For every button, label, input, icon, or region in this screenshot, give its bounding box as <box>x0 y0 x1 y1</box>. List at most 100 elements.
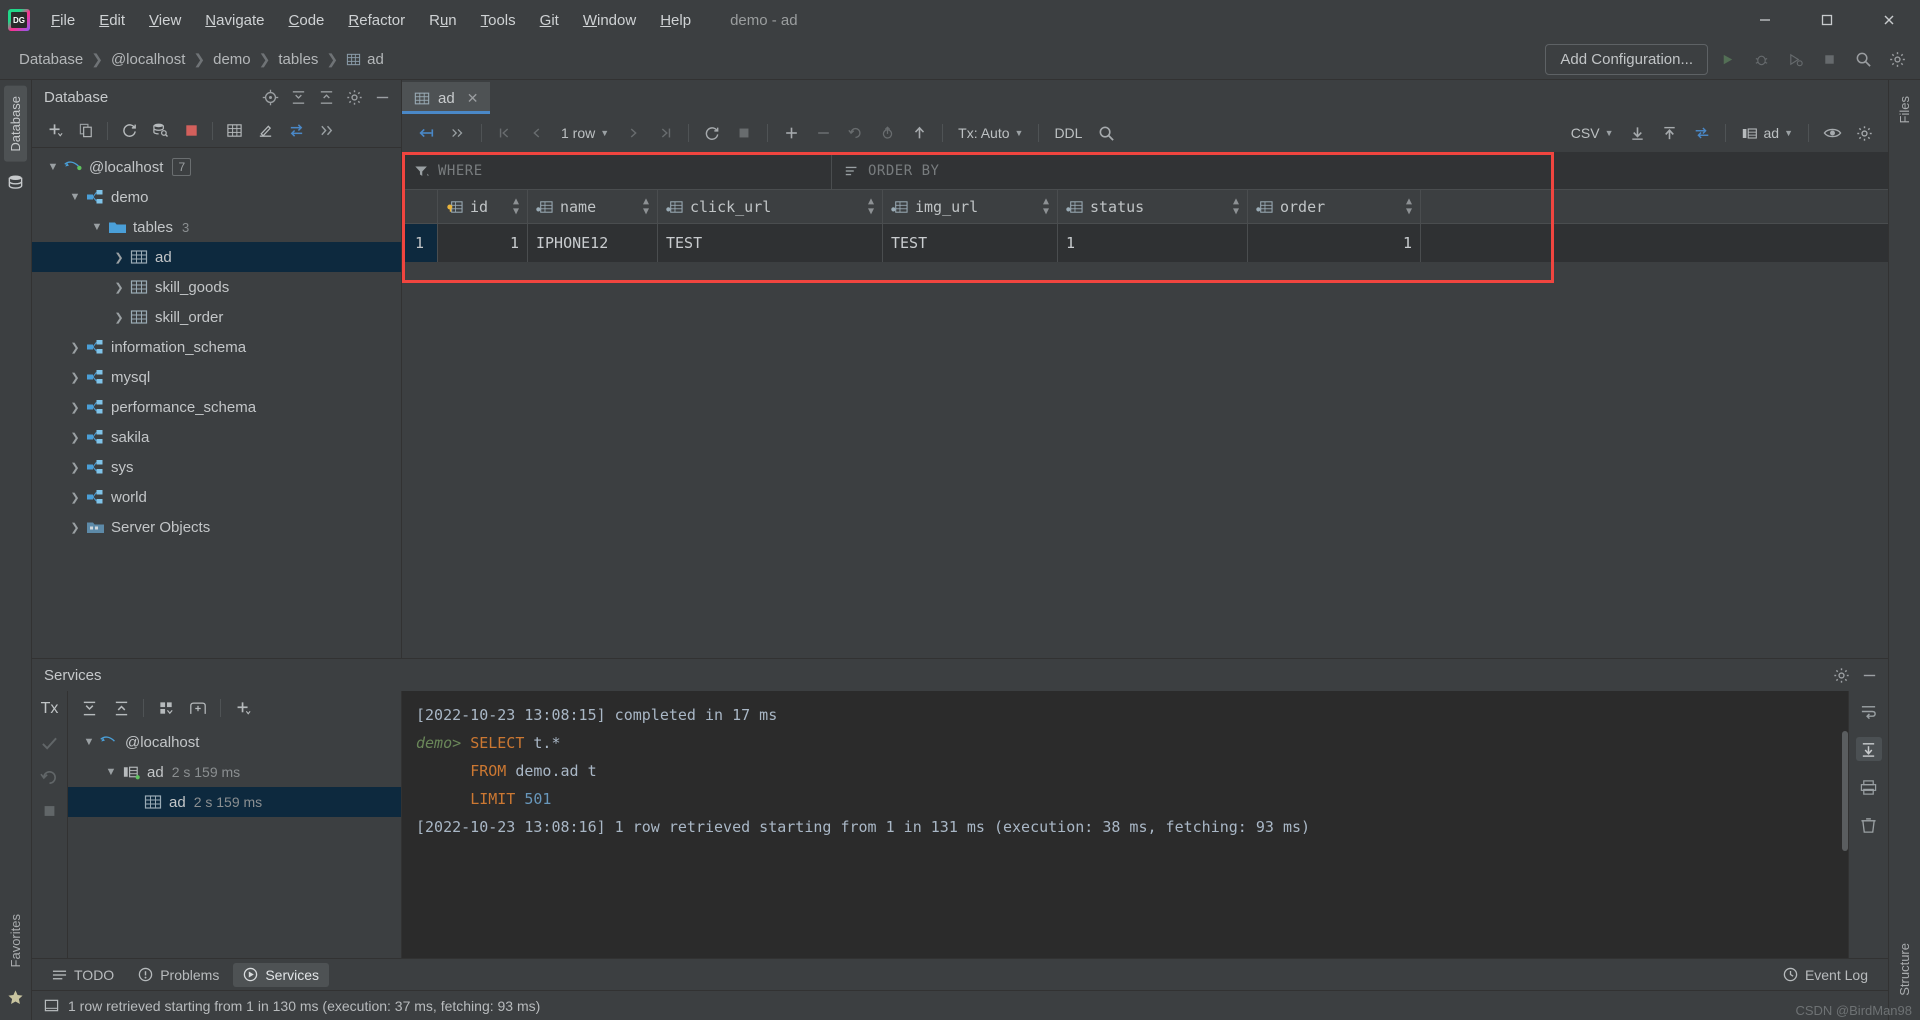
modify-icon[interactable] <box>250 117 280 145</box>
stop-icon[interactable] <box>176 117 206 145</box>
chevron-right-icon[interactable]: ❯ <box>66 368 84 386</box>
group-icon[interactable] <box>151 694 181 722</box>
menu-help[interactable]: Help <box>649 8 702 33</box>
stop-icon[interactable] <box>1814 45 1844 75</box>
console-scrollbar[interactable] <box>1842 731 1848 851</box>
tab-ad[interactable]: ad ✕ <box>402 82 491 114</box>
duplicate-icon[interactable] <box>71 117 101 145</box>
order-by-filter[interactable]: ORDER BY <box>832 152 1888 189</box>
chevron-right-icon[interactable]: ❯ <box>66 518 84 536</box>
tx-icon[interactable]: Tx <box>37 697 63 721</box>
collapse-all-icon[interactable] <box>106 694 136 722</box>
eye-icon[interactable] <box>1816 119 1848 147</box>
sync-icon[interactable] <box>281 117 311 145</box>
target-icon[interactable] <box>257 84 283 110</box>
refresh-icon[interactable] <box>114 117 144 145</box>
services-node-ad-console[interactable]: ▼ ad 2 s 159 ms <box>68 757 401 787</box>
print-icon[interactable] <box>1856 775 1882 799</box>
compare-icon[interactable] <box>1686 119 1718 147</box>
menu-navigate[interactable]: Navigate <box>194 8 275 33</box>
chevron-right-icon[interactable]: ❯ <box>66 428 84 446</box>
tree-node-demo[interactable]: ▼ demo <box>32 182 401 212</box>
menu-refactor[interactable]: Refactor <box>337 8 416 33</box>
cell-order[interactable]: 1 <box>1248 224 1421 262</box>
new-tab-icon[interactable] <box>183 694 213 722</box>
next-row-icon[interactable] <box>617 119 649 147</box>
tree-node-world[interactable]: ❯ world <box>32 482 401 512</box>
breadcrumb-database[interactable]: Database <box>16 49 86 70</box>
download-icon[interactable] <box>1622 119 1654 147</box>
menu-file[interactable]: File <box>40 8 86 33</box>
maximize-button[interactable] <box>1796 0 1858 40</box>
search-icon[interactable] <box>1090 119 1122 147</box>
row-count-dropdown[interactable]: 1 row ▼ <box>553 121 617 145</box>
filter-icon[interactable] <box>414 164 430 178</box>
gear-icon[interactable] <box>1882 45 1912 75</box>
services-node-localhost[interactable]: ▼ @localhost <box>68 727 401 757</box>
expand-collapse-icon[interactable] <box>410 119 442 147</box>
close-button[interactable] <box>1858 0 1920 40</box>
more-icon[interactable] <box>312 117 342 145</box>
add-row-icon[interactable] <box>775 119 807 147</box>
column-header-id[interactable]: id ▲ ▼ <box>438 190 528 223</box>
refresh-icon[interactable] <box>696 119 728 147</box>
column-header-status[interactable]: status ▲ ▼ <box>1058 190 1248 223</box>
sidebar-tab-favorites[interactable]: Favorites <box>4 904 27 977</box>
where-filter[interactable]: WHERE <box>402 152 832 189</box>
cell-img-url[interactable]: TEST <box>883 224 1058 262</box>
chevron-right-icon[interactable]: ❯ <box>66 338 84 356</box>
breadcrumb-ad[interactable]: ad <box>343 49 387 70</box>
tree-node-ad[interactable]: ❯ ad <box>32 242 401 272</box>
tree-node-sys[interactable]: ❯ sys <box>32 452 401 482</box>
run-with-coverage-icon[interactable] <box>1780 45 1810 75</box>
last-row-icon[interactable] <box>649 119 681 147</box>
debug-icon[interactable] <box>1746 45 1776 75</box>
collapse-icon[interactable] <box>313 84 339 110</box>
tree-node-localhost[interactable]: ▼ @localhost 7 <box>32 152 401 182</box>
tree-node-server-objects[interactable]: ❯ Server Objects <box>32 512 401 542</box>
services-node-ad-result[interactable]: ❯ ad 2 s 159 ms <box>68 787 401 817</box>
tool-window-todo[interactable]: TODO <box>42 963 124 987</box>
rollback-icon[interactable] <box>871 119 903 147</box>
session-dropdown[interactable]: ad ▼ <box>1733 121 1802 145</box>
sort-indicator-icon[interactable]: ▲ ▼ <box>513 196 519 217</box>
menu-git[interactable]: Git <box>529 8 570 33</box>
cell-click-url[interactable]: TEST <box>658 224 883 262</box>
gear-icon[interactable] <box>1848 119 1880 147</box>
gear-icon[interactable] <box>1828 662 1854 688</box>
column-header-order[interactable]: order ▲ ▼ <box>1248 190 1421 223</box>
minimize-button[interactable] <box>1734 0 1796 40</box>
first-row-icon[interactable] <box>489 119 521 147</box>
chevron-right-icon[interactable]: ❯ <box>66 458 84 476</box>
chevron-down-icon[interactable]: ▼ <box>88 218 106 236</box>
menu-edit[interactable]: Edit <box>88 8 136 33</box>
sort-indicator-icon[interactable]: ▲ ▼ <box>1406 196 1412 217</box>
scroll-to-end-icon[interactable] <box>1855 737 1882 761</box>
menu-tools[interactable]: Tools <box>470 8 527 33</box>
menu-window[interactable]: Window <box>572 8 647 33</box>
database-icon[interactable] <box>7 174 24 191</box>
revert-icon[interactable] <box>839 119 871 147</box>
column-header-click-url[interactable]: click_url ▲ ▼ <box>658 190 883 223</box>
sort-indicator-icon[interactable]: ▲ ▼ <box>643 196 649 217</box>
chevron-right-icon[interactable]: ❯ <box>66 488 84 506</box>
soft-wrap-icon[interactable] <box>1856 699 1882 723</box>
commit-icon[interactable] <box>37 731 63 755</box>
submit-icon[interactable] <box>903 119 935 147</box>
prev-row-icon[interactable] <box>521 119 553 147</box>
tree-node-mysql[interactable]: ❯ mysql <box>32 362 401 392</box>
chevron-down-icon[interactable]: ▼ <box>102 763 120 781</box>
cell-id[interactable]: 1 <box>438 224 528 262</box>
add-icon[interactable] <box>40 117 70 145</box>
tree-node-skill-goods[interactable]: ❯ skill_goods <box>32 272 401 302</box>
minimize-icon[interactable] <box>369 84 395 110</box>
tool-window-services[interactable]: Services <box>233 962 330 987</box>
table-row[interactable]: 1 1 IPHONE12 TEST TEST 1 1 <box>402 224 1888 262</box>
table-editor-icon[interactable] <box>219 117 249 145</box>
sidebar-tab-files[interactable]: Files <box>1893 86 1916 133</box>
sort-icon[interactable] <box>844 164 860 178</box>
chevron-down-icon[interactable]: ▼ <box>44 158 62 176</box>
query-console-icon[interactable] <box>145 117 175 145</box>
rollback-icon[interactable] <box>37 765 63 789</box>
sort-indicator-icon[interactable]: ▲ ▼ <box>868 196 874 217</box>
